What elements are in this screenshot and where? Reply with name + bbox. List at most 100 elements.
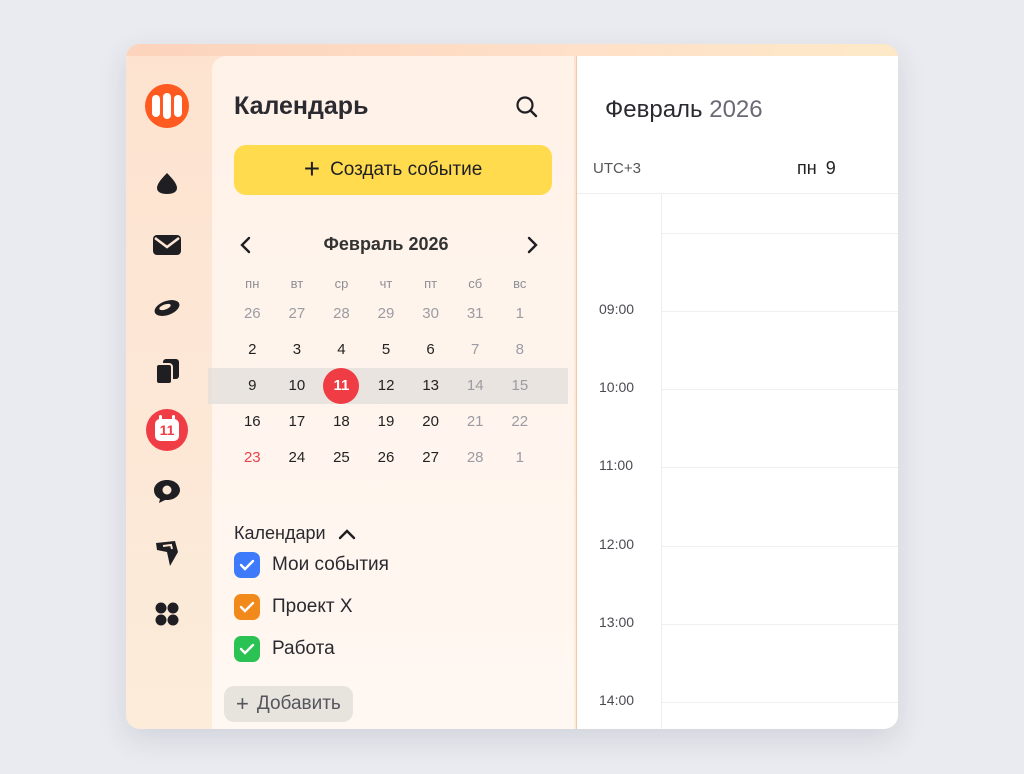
hour-line <box>661 546 898 547</box>
day-cell[interactable]: 29 <box>364 296 409 332</box>
time-label: 12:00 <box>599 536 635 552</box>
weekday-label: пт <box>424 275 438 291</box>
holiday-cell[interactable]: 23 <box>230 440 275 476</box>
timezone-label[interactable]: UTC+3 <box>593 160 641 177</box>
day-cell[interactable]: 20 <box>408 404 453 440</box>
weekday-label: вт <box>290 275 304 291</box>
create-event-button[interactable]: + Создать событие <box>234 145 552 195</box>
day-cell[interactable]: 28 <box>453 440 498 476</box>
mini-calendar-header: Февраль 2026 <box>234 230 538 260</box>
day-cell[interactable]: 14 <box>453 368 498 404</box>
day-cell[interactable]: 16 <box>230 404 275 440</box>
calendar-item-label: Проект X <box>272 596 353 617</box>
hour-line <box>661 311 898 312</box>
day-cell[interactable]: 1 <box>497 440 542 476</box>
hour-line <box>661 389 898 390</box>
calendars-toggle[interactable]: Календари <box>234 523 356 544</box>
time-label: 10:00 <box>599 379 635 395</box>
plus-icon: + <box>236 691 249 716</box>
plus-icon: + <box>303 152 321 184</box>
checkbox-checked-icon[interactable] <box>234 636 260 662</box>
weekday-row: пн вт ср чт пт сб вс <box>230 270 542 296</box>
day-cell[interactable]: 19 <box>364 404 409 440</box>
day-cell[interactable]: 13 <box>408 368 453 404</box>
day-cell[interactable]: 30 <box>408 296 453 332</box>
day-cell[interactable]: 9 <box>230 368 275 404</box>
day-cell[interactable]: 18 <box>319 404 364 440</box>
day-cell[interactable]: 27 <box>408 440 453 476</box>
search-icon <box>516 96 538 118</box>
calendar-item-label: Мои события <box>272 554 389 575</box>
month-name: Февраль <box>605 96 703 123</box>
day-cell[interactable]: 25 <box>319 440 364 476</box>
services-rail: 11 <box>126 44 212 729</box>
calendar-badge-date: 11 <box>155 415 179 441</box>
weekday-label: чт <box>379 275 393 291</box>
time-label-partial <box>599 226 603 234</box>
calendar-item-project-x[interactable]: Проект X <box>234 594 353 620</box>
day-cell[interactable]: 26 <box>364 440 409 476</box>
next-month-button[interactable] <box>520 230 544 260</box>
weekday-label: пн <box>245 275 260 291</box>
calendar-item-work[interactable]: Работа <box>234 636 335 662</box>
mail-icon[interactable] <box>144 222 190 268</box>
day-cell[interactable]: 21 <box>453 404 498 440</box>
week-row: 23 24 25 26 27 28 1 <box>230 440 542 476</box>
time-label: 09:00 <box>599 301 635 317</box>
docs-icon[interactable] <box>144 348 190 394</box>
today-date: 11 <box>323 368 360 404</box>
current-week-row: 9 10 11 12 13 14 15 <box>208 368 568 404</box>
header-divider <box>577 193 898 194</box>
day-cell[interactable]: 27 <box>275 296 320 332</box>
day-cell[interactable]: 24 <box>275 440 320 476</box>
messenger-icon[interactable] <box>144 468 190 514</box>
mini-calendar: пн вт ср чт пт сб вс 26 27 28 29 30 31 1… <box>208 270 568 476</box>
day-cell[interactable]: 1 <box>497 296 542 332</box>
day-view: Февраль 2026 UTC+3 пн 9 09:00 10:00 11:0… <box>576 56 898 729</box>
day-cell[interactable]: 6 <box>408 332 453 368</box>
add-calendar-label: Добавить <box>256 693 341 714</box>
weekday-label: ср <box>334 275 349 291</box>
checkbox-checked-icon[interactable] <box>234 552 260 578</box>
yandex-logo-icon[interactable] <box>144 83 190 129</box>
day-cell[interactable]: 12 <box>364 368 409 404</box>
day-cell[interactable]: 22 <box>497 404 542 440</box>
day-header[interactable]: пн 9 <box>797 158 836 179</box>
time-label: 11:00 <box>599 457 633 473</box>
day-cell[interactable]: 4 <box>319 332 364 368</box>
hour-line <box>661 467 898 468</box>
time-label: 13:00 <box>599 614 635 630</box>
calendar-item-label: Работа <box>272 638 335 659</box>
day-cell[interactable]: 7 <box>453 332 498 368</box>
year-label: 2026 <box>709 96 763 123</box>
day-number: 9 <box>825 158 836 178</box>
weekday-label: вс <box>513 275 527 291</box>
hour-line <box>661 624 898 625</box>
today-cell[interactable]: 11 <box>319 368 364 404</box>
day-cell[interactable]: 15 <box>498 368 543 404</box>
day-cell[interactable]: 5 <box>364 332 409 368</box>
day-cell[interactable]: 8 <box>497 332 542 368</box>
apps-grid-icon[interactable] <box>144 591 190 637</box>
app-window: 11 Календарь + Создать событие Февраль 2… <box>126 44 898 729</box>
calendars-heading: Календари <box>234 523 326 543</box>
calendar-item-my-events[interactable]: Мои события <box>234 552 389 578</box>
day-cell[interactable]: 10 <box>275 368 320 404</box>
main-month-title: Февраль 2026 <box>605 96 763 124</box>
day-cell[interactable]: 3 <box>275 332 320 368</box>
search-button[interactable] <box>514 94 540 120</box>
mini-calendar-month: Февраль 2026 <box>323 234 449 254</box>
day-cell[interactable]: 17 <box>275 404 320 440</box>
day-cell[interactable]: 28 <box>319 296 364 332</box>
day-cell[interactable]: 26 <box>230 296 275 332</box>
drop-icon[interactable] <box>144 160 190 206</box>
day-cell[interactable]: 2 <box>230 332 275 368</box>
checkbox-checked-icon[interactable] <box>234 594 260 620</box>
chevron-up-icon <box>338 528 355 539</box>
day-cell[interactable]: 31 <box>453 296 498 332</box>
disk-icon[interactable] <box>144 284 190 330</box>
day-name: пн <box>797 158 817 178</box>
calendar-icon[interactable]: 11 <box>144 407 190 453</box>
add-calendar-button[interactable]: + Добавить <box>224 686 353 722</box>
tracker-icon[interactable] <box>144 530 190 576</box>
